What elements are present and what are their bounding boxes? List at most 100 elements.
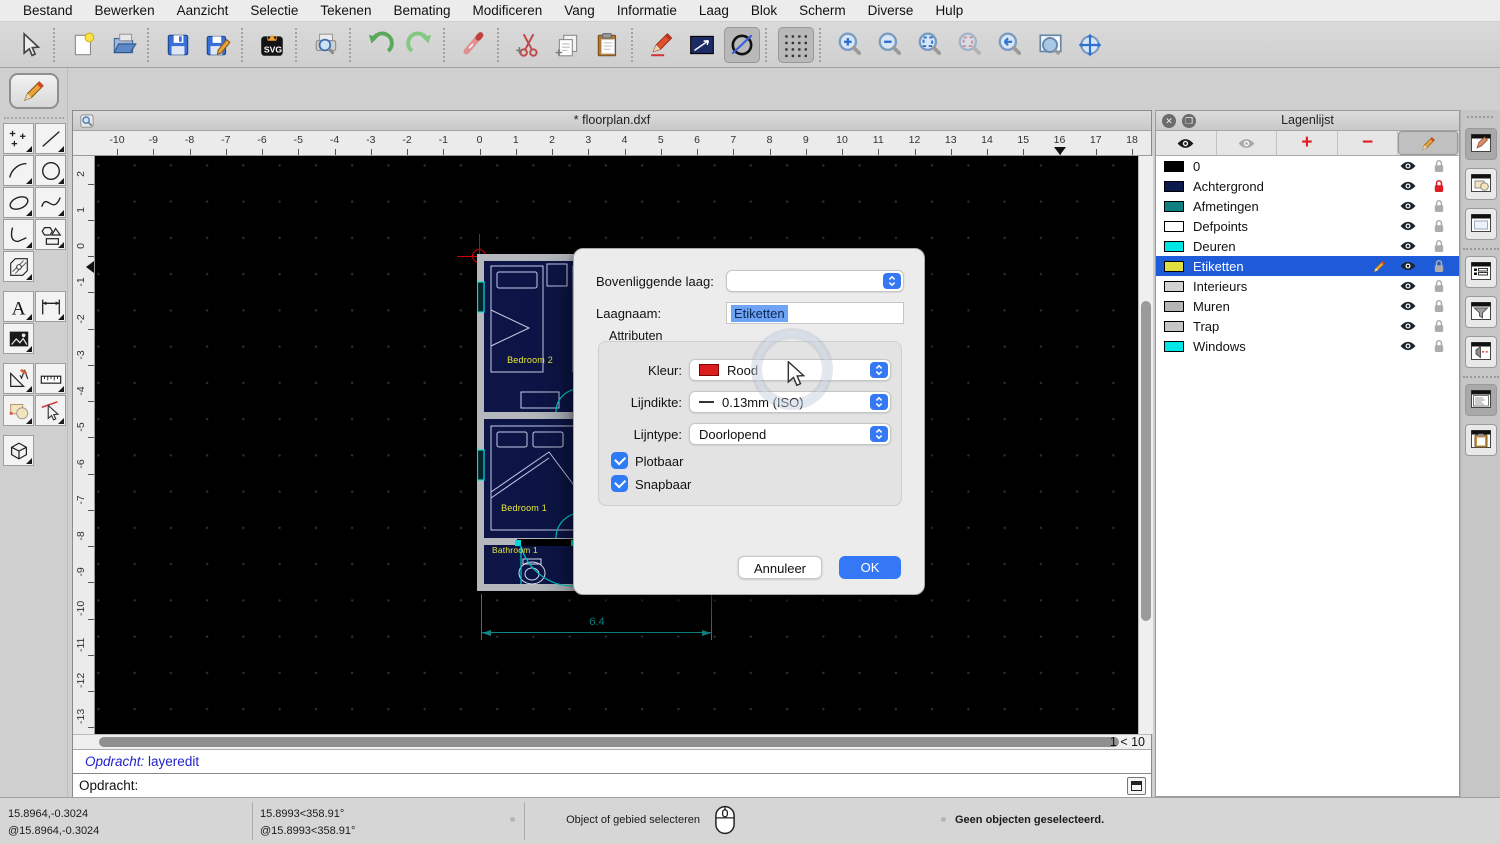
zoom-out-button[interactable] bbox=[872, 27, 908, 63]
menu-diverse[interactable]: Diverse bbox=[857, 0, 925, 22]
eye-icon[interactable] bbox=[1399, 320, 1417, 332]
eye-icon[interactable] bbox=[1399, 200, 1417, 212]
zoom-auto-button[interactable] bbox=[912, 27, 948, 63]
polygon-tool-button[interactable] bbox=[35, 219, 66, 250]
lock-icon[interactable] bbox=[1433, 239, 1445, 253]
menu-aanzicht[interactable]: Aanzicht bbox=[166, 0, 240, 22]
cut-button[interactable] bbox=[510, 27, 546, 63]
hatch-tool-button[interactable] bbox=[3, 251, 34, 282]
drawing-window-titlebar[interactable]: * floorplan.dxf bbox=[73, 111, 1151, 131]
lock-icon[interactable] bbox=[1433, 199, 1445, 213]
vertical-scrollbar-thumb[interactable] bbox=[1141, 301, 1151, 621]
lock-icon[interactable] bbox=[1433, 179, 1445, 193]
line-type-dropdown[interactable]: Doorlopend bbox=[689, 423, 891, 445]
modify-tool-button[interactable] bbox=[3, 363, 34, 394]
zoom-window-button[interactable] bbox=[1032, 27, 1068, 63]
layer-row-0[interactable]: 0 bbox=[1156, 156, 1459, 176]
layer-row-trap[interactable]: Trap bbox=[1156, 316, 1459, 336]
zoom-select-button[interactable] bbox=[952, 27, 988, 63]
circle-tool-button[interactable] bbox=[35, 155, 66, 186]
zoom-in-button[interactable] bbox=[832, 27, 868, 63]
eye-icon[interactable] bbox=[1399, 220, 1417, 232]
menu-scherm[interactable]: Scherm bbox=[788, 0, 857, 22]
snappable-checkbox[interactable] bbox=[611, 475, 628, 492]
remove-layer-button[interactable]: − bbox=[1338, 131, 1399, 155]
text-tool-button[interactable]: A bbox=[3, 291, 34, 322]
menu-vang[interactable]: Vang bbox=[553, 0, 606, 22]
command-input[interactable] bbox=[143, 776, 1103, 796]
wall-tool-dock-button[interactable] bbox=[1465, 336, 1497, 368]
eye-icon[interactable] bbox=[1399, 160, 1417, 172]
filter-dock-button[interactable] bbox=[1465, 296, 1497, 328]
menu-laag[interactable]: Laag bbox=[688, 0, 740, 22]
layer-row-interieurs[interactable]: Interieurs bbox=[1156, 276, 1459, 296]
lock-icon[interactable] bbox=[1433, 339, 1445, 353]
horizontal-scrollbar[interactable]: 1 < 10 bbox=[73, 734, 1151, 749]
eye-icon[interactable] bbox=[1399, 340, 1417, 352]
lock-icon[interactable] bbox=[1433, 219, 1445, 233]
line-tool-button[interactable] bbox=[35, 123, 66, 154]
edit-layer-button[interactable] bbox=[1398, 131, 1459, 155]
open-file-button[interactable] bbox=[106, 27, 142, 63]
select-tool-button[interactable] bbox=[35, 395, 66, 426]
hide-all-layers-button[interactable] bbox=[1217, 131, 1278, 155]
measure-tool-button[interactable] bbox=[35, 363, 66, 394]
command-window-button[interactable] bbox=[1127, 777, 1146, 795]
redo-button[interactable] bbox=[402, 27, 438, 63]
menu-bewerken[interactable]: Bewerken bbox=[84, 0, 166, 22]
ok-button[interactable]: OK bbox=[839, 556, 901, 579]
undo-button[interactable] bbox=[362, 27, 398, 63]
menu-hulp[interactable]: Hulp bbox=[924, 0, 974, 22]
layer-name-field[interactable]: Etiketten bbox=[726, 302, 904, 324]
menu-tekenen[interactable]: Tekenen bbox=[309, 0, 382, 22]
solid-tool-button[interactable] bbox=[3, 435, 34, 466]
layer-row-afmetingen[interactable]: Afmetingen bbox=[1156, 196, 1459, 216]
entity-list-dock-button[interactable] bbox=[1465, 256, 1497, 288]
polyline-tool-button[interactable] bbox=[3, 219, 34, 250]
circle-tool-button[interactable] bbox=[724, 27, 760, 63]
layer-row-defpoints[interactable]: Defpoints bbox=[1156, 216, 1459, 236]
selection-arrow-button[interactable] bbox=[12, 27, 48, 63]
cancel-button[interactable]: Annuleer bbox=[738, 556, 822, 579]
spline-tool-button[interactable] bbox=[35, 187, 66, 218]
order-tool-button[interactable] bbox=[3, 395, 34, 426]
add-layer-button[interactable]: + bbox=[1277, 131, 1338, 155]
current-tool-pencil-button[interactable] bbox=[9, 73, 59, 109]
layer-list-dock-button[interactable] bbox=[1465, 128, 1497, 160]
show-all-layers-button[interactable] bbox=[1156, 131, 1217, 155]
points-tool-button[interactable] bbox=[3, 123, 34, 154]
lock-icon[interactable] bbox=[1433, 279, 1445, 293]
eye-icon[interactable] bbox=[1399, 280, 1417, 292]
eye-icon[interactable] bbox=[1399, 300, 1417, 312]
ellipse-tool-button[interactable] bbox=[3, 187, 34, 218]
layer-row-achtergrond[interactable]: Achtergrond bbox=[1156, 176, 1459, 196]
menu-bestand[interactable]: Bestand bbox=[12, 0, 84, 22]
layer-row-etiketten[interactable]: Etiketten bbox=[1156, 256, 1459, 276]
menu-selectie[interactable]: Selectie bbox=[239, 0, 309, 22]
menu-bemating[interactable]: Bemating bbox=[382, 0, 461, 22]
save-button[interactable] bbox=[160, 27, 196, 63]
save-as-button[interactable] bbox=[200, 27, 236, 63]
lock-icon[interactable] bbox=[1433, 319, 1445, 333]
vertical-scrollbar[interactable] bbox=[1138, 156, 1153, 734]
copy-button[interactable] bbox=[550, 27, 586, 63]
layer-row-deuren[interactable]: Deuren bbox=[1156, 236, 1459, 256]
block-list-dock-button[interactable] bbox=[1465, 168, 1497, 200]
export-svg-button[interactable]: SVG bbox=[254, 27, 290, 63]
menu-modificeren[interactable]: Modificeren bbox=[462, 0, 554, 22]
line-tool-button[interactable] bbox=[684, 27, 720, 63]
arc-tool-button[interactable] bbox=[3, 155, 34, 186]
grid-toggle-button[interactable] bbox=[778, 27, 814, 63]
delete-button[interactable] bbox=[456, 27, 492, 63]
eye-icon[interactable] bbox=[1399, 260, 1417, 272]
clipboard-dock-button[interactable] bbox=[1465, 424, 1497, 456]
library-browser-dock-button[interactable] bbox=[1465, 208, 1497, 240]
command-widget-dock-button[interactable] bbox=[1465, 384, 1497, 416]
new-file-button[interactable] bbox=[66, 27, 102, 63]
plottable-checkbox[interactable] bbox=[611, 452, 628, 469]
lock-icon[interactable] bbox=[1433, 259, 1445, 273]
parent-layer-dropdown[interactable] bbox=[726, 270, 904, 292]
pen-edit-button[interactable] bbox=[644, 27, 680, 63]
lock-icon[interactable] bbox=[1433, 159, 1445, 173]
menu-informatie[interactable]: Informatie bbox=[606, 0, 688, 22]
